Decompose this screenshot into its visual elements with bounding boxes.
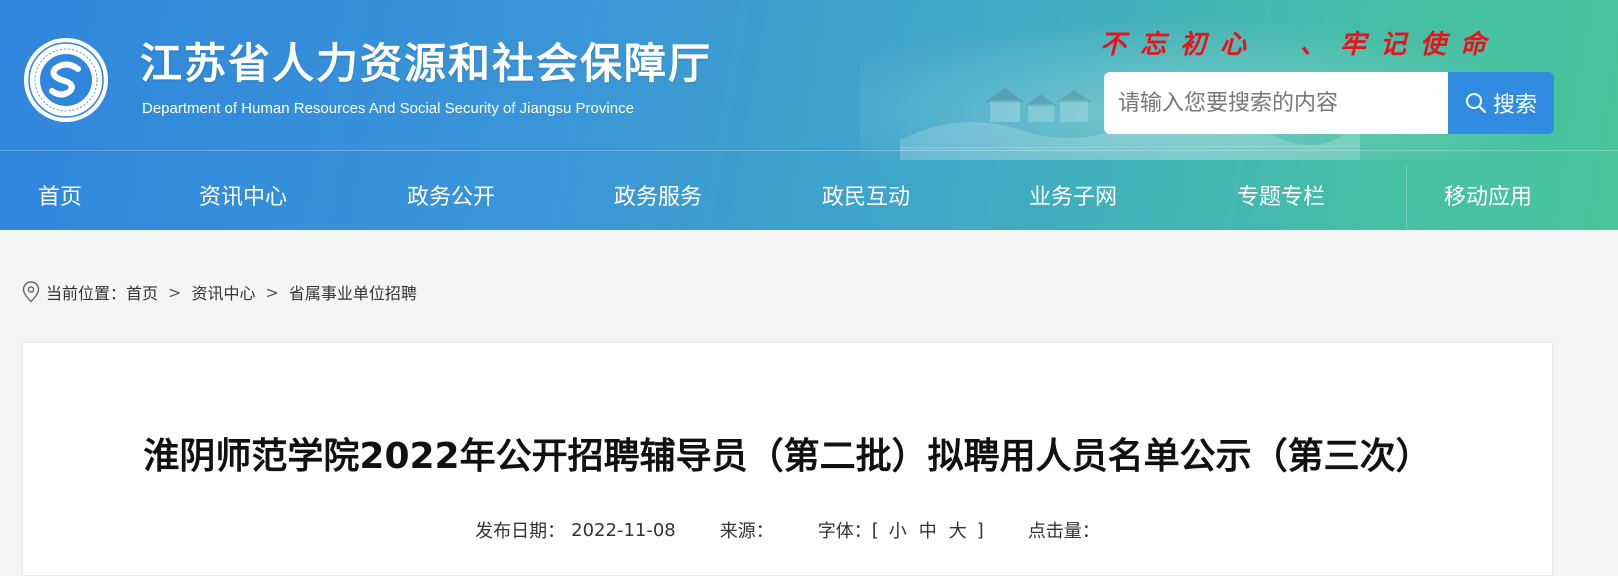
nav-item-mobile-apps[interactable]: 移动应用 bbox=[1444, 179, 1532, 211]
breadcrumb-recruitment[interactable]: 省属事业单位招聘 bbox=[289, 280, 417, 304]
slogan: 不忘初心 、牢记使命 bbox=[1100, 30, 1501, 60]
font-bracket-open: [ bbox=[871, 519, 879, 541]
breadcrumb: 当前位置： 首页 > 资讯中心 > 省属事业单位招聘 bbox=[22, 280, 417, 304]
breadcrumb-separator: > bbox=[265, 282, 279, 302]
font-size-label: 字体： bbox=[817, 521, 872, 542]
article-container: 淮阴师范学院2022年公开招聘辅导员（第二批）拟聘用人员名单公示（第三次） 发布… bbox=[22, 342, 1553, 576]
department-logo[interactable] bbox=[22, 36, 110, 124]
source-label: 来源： bbox=[719, 521, 774, 542]
site-subtitle: Department of Human Resources And Social… bbox=[142, 100, 634, 117]
location-pin-icon bbox=[22, 281, 40, 303]
click-count-label: 点击量： bbox=[1027, 521, 1100, 542]
search-bar: 搜索 bbox=[1104, 72, 1554, 134]
site-title: 江苏省人力资源和社会保障厅 bbox=[140, 39, 713, 88]
header-divider bbox=[0, 150, 1618, 151]
publish-date: 2022-11-08 bbox=[571, 519, 676, 541]
breadcrumb-news[interactable]: 资讯中心 bbox=[191, 280, 255, 304]
font-large-button[interactable]: 大 bbox=[949, 517, 967, 543]
date-label: 发布日期： bbox=[475, 521, 566, 542]
main-nav: 首页 资讯中心 政务公开 政务服务 政民互动 业务子网 专题专栏 移动应用 bbox=[0, 165, 1618, 229]
search-button-label: 搜索 bbox=[1492, 93, 1537, 118]
breadcrumb-separator: > bbox=[168, 282, 182, 302]
font-bracket-close: ] bbox=[976, 519, 984, 541]
search-input[interactable] bbox=[1104, 72, 1448, 134]
nav-item-special-topics[interactable]: 专题专栏 bbox=[1237, 179, 1325, 211]
search-button[interactable]: 搜索 bbox=[1448, 72, 1554, 134]
breadcrumb-home[interactable]: 首页 bbox=[126, 280, 158, 304]
breadcrumb-prefix: 当前位置： bbox=[46, 284, 127, 303]
article-title: 淮阴师范学院2022年公开招聘辅导员（第二批）拟聘用人员名单公示（第三次） bbox=[143, 436, 1432, 477]
font-medium-button[interactable]: 中 bbox=[919, 517, 937, 543]
nav-item-gov-services[interactable]: 政务服务 bbox=[614, 179, 702, 211]
nav-item-interaction[interactable]: 政民互动 bbox=[822, 179, 910, 211]
article-meta: 发布日期： 2022-11-08 来源： 字体： [ 小 中 大 ] 点击量： bbox=[23, 517, 1552, 543]
nav-item-news[interactable]: 资讯中心 bbox=[199, 179, 287, 211]
font-small-button[interactable]: 小 bbox=[889, 517, 907, 543]
site-header: 江苏省人力资源和社会保障厅 Department of Human Resour… bbox=[0, 0, 1618, 230]
nav-item-gov-affairs[interactable]: 政务公开 bbox=[407, 179, 495, 211]
nav-divider bbox=[1406, 165, 1407, 229]
nav-item-sub-sites[interactable]: 业务子网 bbox=[1029, 179, 1117, 211]
nav-item-home[interactable]: 首页 bbox=[38, 179, 82, 211]
search-icon bbox=[1465, 93, 1486, 113]
